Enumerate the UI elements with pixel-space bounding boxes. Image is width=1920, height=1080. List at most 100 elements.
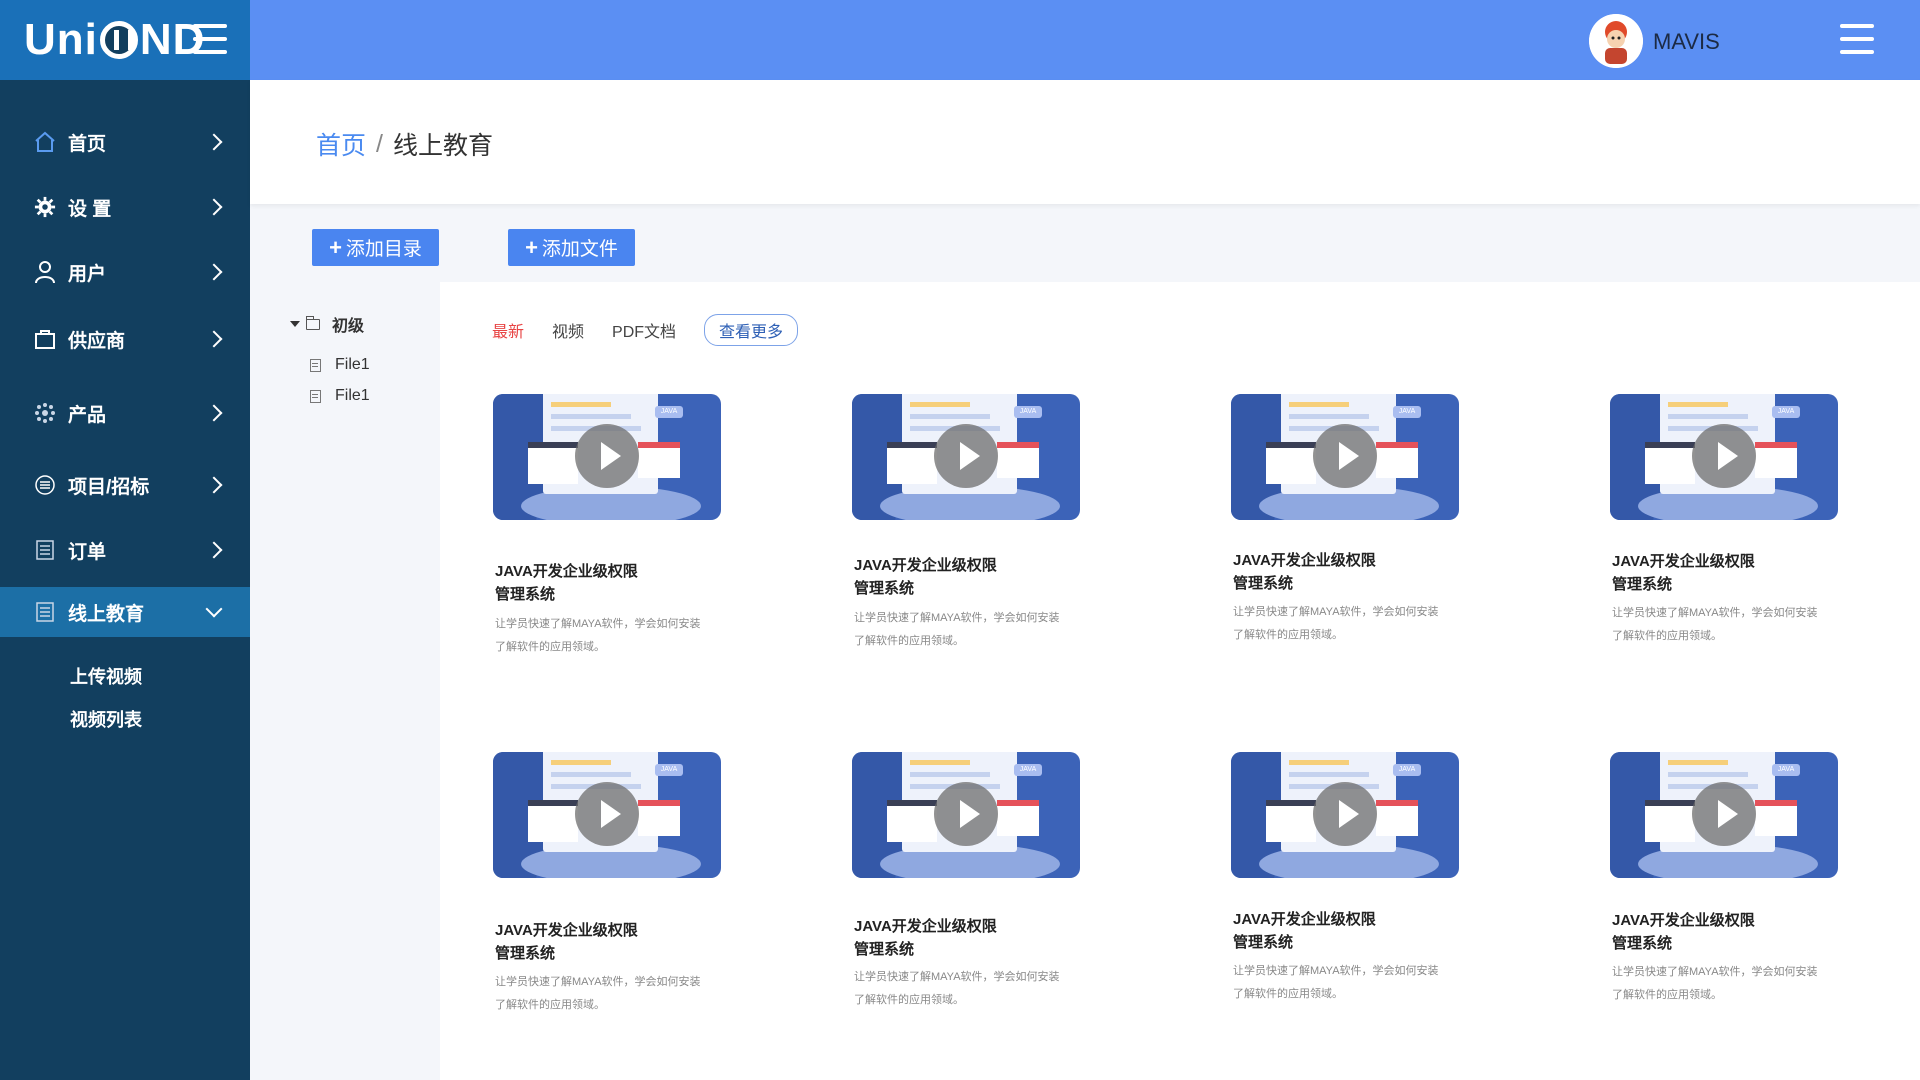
course-title[interactable]: JAVA开发企业级权限 管理系统 bbox=[1612, 550, 1812, 596]
course-card[interactable]: JAVA JAVA开发企业级权限 管理系统 让学员快速了解MAYA软件，学会如何安… bbox=[852, 752, 1080, 1006]
sidebar-item-label: 供应商 bbox=[68, 330, 126, 352]
sidebar-item-projects[interactable]: 项目/招标 bbox=[0, 460, 250, 510]
tree-folder-item[interactable]: 初级 bbox=[290, 312, 364, 336]
breadcrumb-current: 线上教育 bbox=[392, 132, 493, 160]
logo-bar: Uni ND bbox=[0, 0, 250, 80]
tree-file-label: File1 bbox=[335, 387, 370, 404]
avatar[interactable] bbox=[1589, 14, 1643, 68]
video-thumbnail[interactable]: JAVA bbox=[1610, 752, 1838, 878]
chevron-right-icon bbox=[205, 404, 223, 422]
video-thumbnail[interactable]: JAVA bbox=[852, 752, 1080, 878]
sidebar-item-label: 线上教育 bbox=[68, 603, 145, 625]
sidebar: Uni ND 首页 设 置 用户 供应商 产品 项目/招标 订单 线上教育 上传… bbox=[0, 0, 250, 1080]
breadcrumb-home-link[interactable]: 首页 bbox=[316, 126, 366, 162]
sidebar-toggle-menu-icon[interactable] bbox=[193, 24, 227, 54]
course-title[interactable]: JAVA开发企业级权限 管理系统 bbox=[1233, 908, 1433, 954]
breadcrumb-area: 首页 / 线上教育 bbox=[250, 80, 1920, 204]
chevron-down-icon bbox=[205, 600, 223, 618]
play-icon[interactable] bbox=[934, 782, 998, 846]
tab-pdf[interactable]: PDF文档 bbox=[612, 318, 676, 342]
bag-icon bbox=[32, 326, 58, 352]
view-more-button[interactable]: 查看更多 bbox=[704, 314, 799, 346]
sidebar-item-users[interactable]: 用户 bbox=[0, 247, 250, 297]
course-title[interactable]: JAVA开发企业级权限 管理系统 bbox=[495, 560, 695, 606]
play-icon[interactable] bbox=[1313, 782, 1377, 846]
course-card[interactable]: JAVA JAVA开发企业级权限 管理系统 让学员快速了解MAYA软件，学会如何安… bbox=[493, 394, 721, 653]
logo[interactable]: Uni ND bbox=[24, 15, 205, 65]
sidebar-item-online-education[interactable]: 线上教育 bbox=[0, 587, 250, 637]
username[interactable]: MAVIS bbox=[1653, 29, 1720, 55]
play-icon[interactable] bbox=[1692, 782, 1756, 846]
chevron-right-icon bbox=[205, 263, 223, 281]
course-description: 让学员快速了解MAYA软件，学会如何安装 了解软件的应用领域。 bbox=[854, 612, 1060, 647]
video-thumbnail[interactable]: JAVA bbox=[1610, 394, 1838, 520]
course-title[interactable]: JAVA开发企业级权限 管理系统 bbox=[854, 915, 1054, 961]
submenu-item-video-list[interactable]: 视频列表 bbox=[70, 706, 142, 732]
sidebar-item-label: 产品 bbox=[68, 404, 107, 426]
course-description: 让学员快速了解MAYA软件，学会如何安装 了解软件的应用领域。 bbox=[1612, 607, 1818, 642]
tab-video[interactable]: 视频 bbox=[552, 318, 584, 342]
course-card[interactable]: JAVA JAVA开发企业级权限 管理系统 让学员快速了解MAYA软件，学会如何安… bbox=[1610, 752, 1838, 1001]
folder-tree: 初级 File1 File1 bbox=[250, 282, 440, 1080]
logo-text-left: U bbox=[24, 15, 57, 64]
java-tag: JAVA bbox=[655, 764, 683, 776]
play-icon[interactable] bbox=[575, 782, 639, 846]
top-bar: MAVIS bbox=[250, 0, 1920, 80]
course-description: 让学员快速了解MAYA软件，学会如何安装 了解软件的应用领域。 bbox=[495, 618, 701, 653]
course-title[interactable]: JAVA开发企业级权限 管理系统 bbox=[495, 919, 695, 965]
course-title[interactable]: JAVA开发企业级权限 管理系统 bbox=[1612, 909, 1812, 955]
sidebar-item-settings[interactable]: 设 置 bbox=[0, 182, 250, 232]
java-tag: JAVA bbox=[1772, 764, 1800, 776]
tree-file-item[interactable]: File1 bbox=[310, 387, 370, 405]
course-card[interactable]: JAVA JAVA开发企业级权限 管理系统 让学员快速了解MAYA软件，学会如何安… bbox=[1231, 752, 1459, 1000]
video-thumbnail[interactable]: JAVA bbox=[1231, 752, 1459, 878]
play-icon[interactable] bbox=[1313, 424, 1377, 488]
add-folder-button[interactable]: + 添加目录 bbox=[312, 229, 439, 266]
course-card[interactable]: JAVA JAVA开发企业级权限 管理系统 让学员快速了解MAYA软件，学会如何安… bbox=[852, 394, 1080, 647]
tab-latest[interactable]: 最新 bbox=[492, 318, 524, 342]
video-thumbnail[interactable]: JAVA bbox=[852, 394, 1080, 520]
add-file-label: 添加文件 bbox=[541, 239, 618, 260]
course-description: 让学员快速了解MAYA软件，学会如何安装 了解软件的应用领域。 bbox=[1233, 965, 1439, 1000]
play-icon[interactable] bbox=[1692, 424, 1756, 488]
content-panel: 最新 视频 PDF文档 查看更多 JAVA JAVA开发企业级权限 管理系统 让学… bbox=[440, 282, 1920, 1080]
file-icon bbox=[310, 358, 321, 372]
java-tag: JAVA bbox=[1393, 406, 1421, 418]
tree-file-label: File1 bbox=[335, 356, 370, 373]
sidebar-item-suppliers[interactable]: 供应商 bbox=[0, 314, 250, 364]
course-card[interactable]: JAVA JAVA开发企业级权限 管理系统 让学员快速了解MAYA软件，学会如何安… bbox=[493, 752, 721, 1011]
order-icon bbox=[32, 537, 58, 563]
java-tag: JAVA bbox=[1014, 406, 1042, 418]
chevron-right-icon bbox=[205, 330, 223, 348]
course-description: 让学员快速了解MAYA软件，学会如何安装 了解软件的应用领域。 bbox=[854, 971, 1060, 1006]
video-thumbnail[interactable]: JAVA bbox=[493, 394, 721, 520]
course-title[interactable]: JAVA开发企业级权限 管理系统 bbox=[1233, 549, 1433, 595]
course-card[interactable]: JAVA JAVA开发企业级权限 管理系统 让学员快速了解MAYA软件，学会如何安… bbox=[1231, 394, 1459, 641]
java-tag: JAVA bbox=[655, 406, 683, 418]
play-icon[interactable] bbox=[934, 424, 998, 488]
sidebar-item-label: 订单 bbox=[68, 541, 107, 563]
video-thumbnail[interactable]: JAVA bbox=[1231, 394, 1459, 520]
gear-icon bbox=[32, 194, 58, 220]
tree-folder-label: 初级 bbox=[332, 318, 365, 335]
course-description: 让学员快速了解MAYA软件，学会如何安装 了解软件的应用领域。 bbox=[1233, 606, 1439, 641]
sidebar-item-home[interactable]: 首页 bbox=[0, 117, 250, 167]
submenu-item-upload-video[interactable]: 上传视频 bbox=[70, 663, 142, 689]
logo-mark-icon bbox=[99, 21, 138, 59]
add-file-button[interactable]: + 添加文件 bbox=[508, 229, 635, 266]
chevron-right-icon bbox=[205, 476, 223, 494]
tree-file-item[interactable]: File1 bbox=[310, 356, 370, 374]
list-circle-icon bbox=[32, 472, 58, 498]
menu-icon[interactable] bbox=[1840, 24, 1874, 54]
sidebar-item-products[interactable]: 产品 bbox=[0, 388, 250, 438]
sidebar-item-orders[interactable]: 订单 bbox=[0, 525, 250, 575]
user-icon bbox=[32, 259, 58, 285]
course-title[interactable]: JAVA开发企业级权限 管理系统 bbox=[854, 554, 1054, 600]
video-thumbnail[interactable]: JAVA bbox=[493, 752, 721, 878]
folder-icon bbox=[306, 315, 320, 330]
sidebar-item-label: 首页 bbox=[68, 133, 107, 155]
caret-down-icon[interactable] bbox=[290, 321, 300, 327]
course-description: 让学员快速了解MAYA软件，学会如何安装 了解软件的应用领域。 bbox=[495, 976, 701, 1011]
play-icon[interactable] bbox=[575, 424, 639, 488]
course-card[interactable]: JAVA JAVA开发企业级权限 管理系统 让学员快速了解MAYA软件，学会如何安… bbox=[1610, 394, 1838, 642]
